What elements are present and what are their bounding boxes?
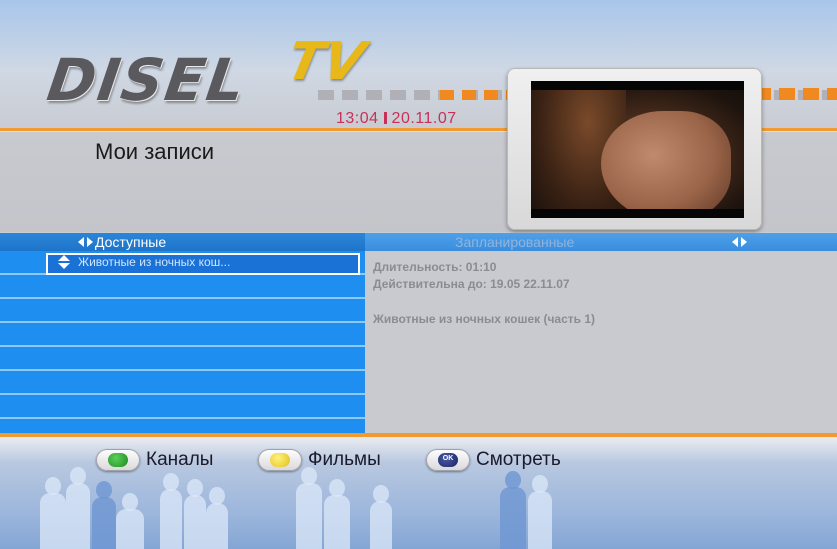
ok-dot-icon: OK (438, 453, 458, 467)
tab-available-label: Доступные (95, 234, 167, 250)
video-letterbox-bottom (531, 209, 744, 218)
silhouette (40, 477, 66, 549)
silhouette (66, 467, 90, 549)
silhouette (296, 467, 322, 549)
silhouette (184, 479, 206, 549)
silhouette (500, 471, 526, 549)
duration-text: Длительность: 01:10 (373, 260, 497, 274)
clock-time: 13:04 (336, 110, 379, 127)
left-right-arrows-icon (732, 236, 748, 248)
video-preview (531, 81, 744, 218)
channels-label: Каналы (146, 449, 214, 470)
yellow-key-icon (258, 449, 302, 471)
tab-available[interactable]: Доступные (0, 233, 365, 251)
disel-tv-logo: DISEL TV (43, 32, 370, 114)
channels-button-hint[interactable]: Каналы (96, 448, 213, 472)
green-key-icon (96, 449, 140, 471)
tab-scheduled-label: Запланированные (455, 234, 575, 250)
left-right-arrows-icon (78, 236, 94, 248)
watch-button-hint[interactable]: OK Смотреть (426, 448, 561, 472)
silhouette (528, 475, 552, 549)
tabs-bar: Доступные Запланированные (0, 233, 837, 251)
list-row-empty (0, 395, 365, 419)
recording-details: Длительность: 01:10 Действительна до: 19… (365, 251, 837, 433)
up-down-arrows-icon (58, 255, 70, 269)
clock-date-value: 20.11.07 (391, 110, 457, 127)
list-row-empty (0, 323, 365, 347)
list-row-empty (0, 299, 365, 323)
footer-divider-highlight (0, 437, 837, 439)
ok-key-icon: OK (426, 449, 470, 471)
list-row-empty (0, 275, 365, 299)
tab-scheduled[interactable]: Запланированные (365, 233, 837, 251)
yellow-dot-icon (270, 453, 290, 467)
description-text: Животные из ночных кошек (часть 1) (373, 312, 596, 326)
video-letterbox-top (531, 81, 744, 90)
list-row-empty (0, 347, 365, 371)
logo-tv-text: TV (281, 32, 371, 92)
time-date-separator (383, 112, 387, 124)
list-row-empty (0, 371, 365, 395)
people-silhouettes-decoration (0, 467, 837, 549)
silhouette (116, 493, 144, 549)
valid-until-text: Действительна до: 19.05 22.11.07 (373, 277, 570, 291)
movies-button-hint[interactable]: Фильмы (258, 448, 381, 472)
green-dot-icon (108, 453, 128, 467)
list-item-label: Животные из ночных кош... (78, 255, 231, 269)
silhouette (324, 479, 350, 549)
ok-glyph: OK (442, 455, 454, 462)
silhouette (370, 485, 392, 549)
clock-date: 13:04 20.11.07 (336, 110, 457, 128)
list-item[interactable]: Животные из ночных кош... (0, 251, 365, 275)
video-preview-frame (507, 68, 762, 230)
page-title: Мои записи (95, 139, 215, 164)
logo-main-text: DISEL (43, 46, 251, 114)
recordings-list: Животные из ночных кош... (0, 251, 365, 433)
silhouette (206, 487, 228, 549)
decorative-dash-line-right (755, 88, 837, 100)
decorative-dash-line-orange (440, 90, 510, 100)
watch-label: Смотреть (476, 449, 561, 470)
header-area: DISEL TV 13:04 20.11.07 Мои записи (0, 0, 837, 232)
movies-label: Фильмы (308, 449, 381, 470)
silhouette (160, 473, 182, 549)
video-scene-face (601, 111, 731, 218)
silhouette (92, 481, 116, 549)
